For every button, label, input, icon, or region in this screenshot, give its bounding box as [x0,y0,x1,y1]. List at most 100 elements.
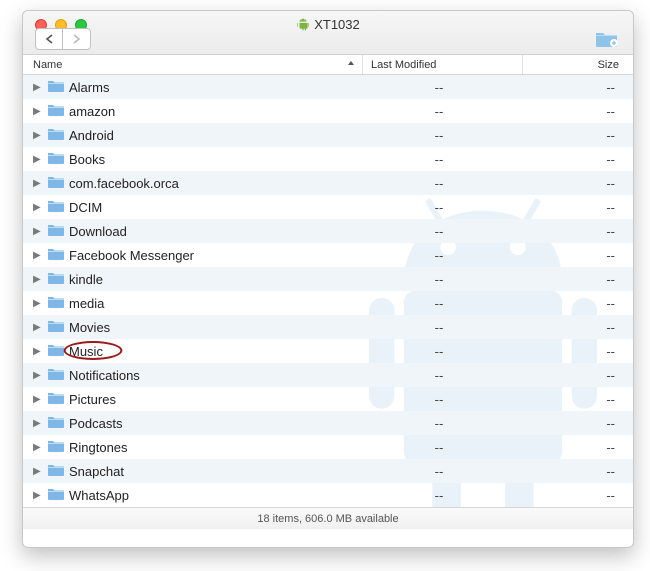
file-size: -- [519,392,633,407]
disclosure-triangle-icon[interactable]: ▶ [33,106,47,117]
status-bar: 18 items, 606.0 MB available [23,507,633,529]
disclosure-triangle-icon[interactable]: ▶ [33,394,47,405]
disclosure-triangle-icon[interactable]: ▶ [33,202,47,213]
disclosure-triangle-icon[interactable]: ▶ [33,370,47,381]
table-row[interactable]: ▶amazon---- [23,99,633,123]
file-name: Android [69,128,359,143]
folder-icon [47,487,65,504]
file-modified: -- [359,368,519,383]
titlebar: XT1032 [23,11,633,55]
file-size: -- [519,320,633,335]
folder-icon [47,295,65,312]
disclosure-triangle-icon[interactable]: ▶ [33,418,47,429]
table-row[interactable]: ▶Music---- [23,339,633,363]
file-name: amazon [69,104,359,119]
disclosure-triangle-icon[interactable]: ▶ [33,442,47,453]
file-modified: -- [359,224,519,239]
file-size: -- [519,248,633,263]
file-name: Notifications [69,368,359,383]
file-name: media [69,296,359,311]
file-size: -- [519,368,633,383]
file-list[interactable]: ▶Alarms----▶amazon----▶Android----▶Books… [23,75,633,507]
table-row[interactable]: ▶DCIM---- [23,195,633,219]
sort-asc-icon [346,58,356,68]
file-size: -- [519,416,633,431]
file-size: -- [519,272,633,287]
file-modified: -- [359,416,519,431]
file-modified: -- [359,296,519,311]
toolbar [35,28,621,50]
file-size: -- [519,200,633,215]
file-modified: -- [359,392,519,407]
disclosure-triangle-icon[interactable]: ▶ [33,322,47,333]
table-row[interactable]: ▶media---- [23,291,633,315]
new-folder-button[interactable] [593,28,621,50]
table-row[interactable]: ▶kindle---- [23,267,633,291]
folder-icon [47,343,65,360]
folder-icon [47,439,65,456]
forward-button[interactable] [63,28,91,50]
table-row[interactable]: ▶Notifications---- [23,363,633,387]
file-modified: -- [359,488,519,503]
header-modified[interactable]: Last Modified [363,55,523,74]
folder-icon [47,103,65,120]
disclosure-triangle-icon[interactable]: ▶ [33,490,47,501]
file-modified: -- [359,320,519,335]
folder-icon [47,199,65,216]
file-size: -- [519,224,633,239]
disclosure-triangle-icon[interactable]: ▶ [33,130,47,141]
file-name: Snapchat [69,464,359,479]
table-row[interactable]: ▶Ringtones---- [23,435,633,459]
table-row[interactable]: ▶Android---- [23,123,633,147]
table-row[interactable]: ▶Download---- [23,219,633,243]
file-size: -- [519,104,633,119]
header-size[interactable]: Size [523,55,633,74]
folder-icon [47,463,65,480]
file-modified: -- [359,80,519,95]
file-name: WhatsApp [69,488,359,503]
disclosure-triangle-icon[interactable]: ▶ [33,274,47,285]
header-name-label: Name [33,59,62,71]
new-folder-icon [595,30,619,48]
file-name: com.facebook.orca [69,176,359,191]
table-row[interactable]: ▶com.facebook.orca---- [23,171,633,195]
file-size: -- [519,296,633,311]
table-row[interactable]: ▶Alarms---- [23,75,633,99]
file-name: Music [69,344,359,359]
table-row[interactable]: ▶Podcasts---- [23,411,633,435]
disclosure-triangle-icon[interactable]: ▶ [33,82,47,93]
file-name: Podcasts [69,416,359,431]
file-size: -- [519,176,633,191]
disclosure-triangle-icon[interactable]: ▶ [33,298,47,309]
file-name: Movies [69,320,359,335]
file-name: DCIM [69,200,359,215]
file-modified: -- [359,248,519,263]
file-name: Ringtones [69,440,359,455]
header-name[interactable]: Name [23,55,363,74]
disclosure-triangle-icon[interactable]: ▶ [33,466,47,477]
file-modified: -- [359,464,519,479]
disclosure-triangle-icon[interactable]: ▶ [33,154,47,165]
table-row[interactable]: ▶Snapchat---- [23,459,633,483]
disclosure-triangle-icon[interactable]: ▶ [33,346,47,357]
table-row[interactable]: ▶Books---- [23,147,633,171]
back-button[interactable] [35,28,63,50]
folder-icon [47,367,65,384]
table-row[interactable]: ▶Pictures---- [23,387,633,411]
file-size: -- [519,128,633,143]
finder-window: XT1032 Name [22,10,634,548]
disclosure-triangle-icon[interactable]: ▶ [33,250,47,261]
folder-icon [47,127,65,144]
folder-icon [47,223,65,240]
file-modified: -- [359,344,519,359]
header-modified-label: Last Modified [371,59,436,71]
table-row[interactable]: ▶Facebook Messenger---- [23,243,633,267]
file-name: Alarms [69,80,359,95]
table-row[interactable]: ▶Movies---- [23,315,633,339]
folder-icon [47,79,65,96]
file-name: Books [69,152,359,167]
disclosure-triangle-icon[interactable]: ▶ [33,226,47,237]
table-row[interactable]: ▶WhatsApp---- [23,483,633,507]
file-size: -- [519,464,633,479]
disclosure-triangle-icon[interactable]: ▶ [33,178,47,189]
